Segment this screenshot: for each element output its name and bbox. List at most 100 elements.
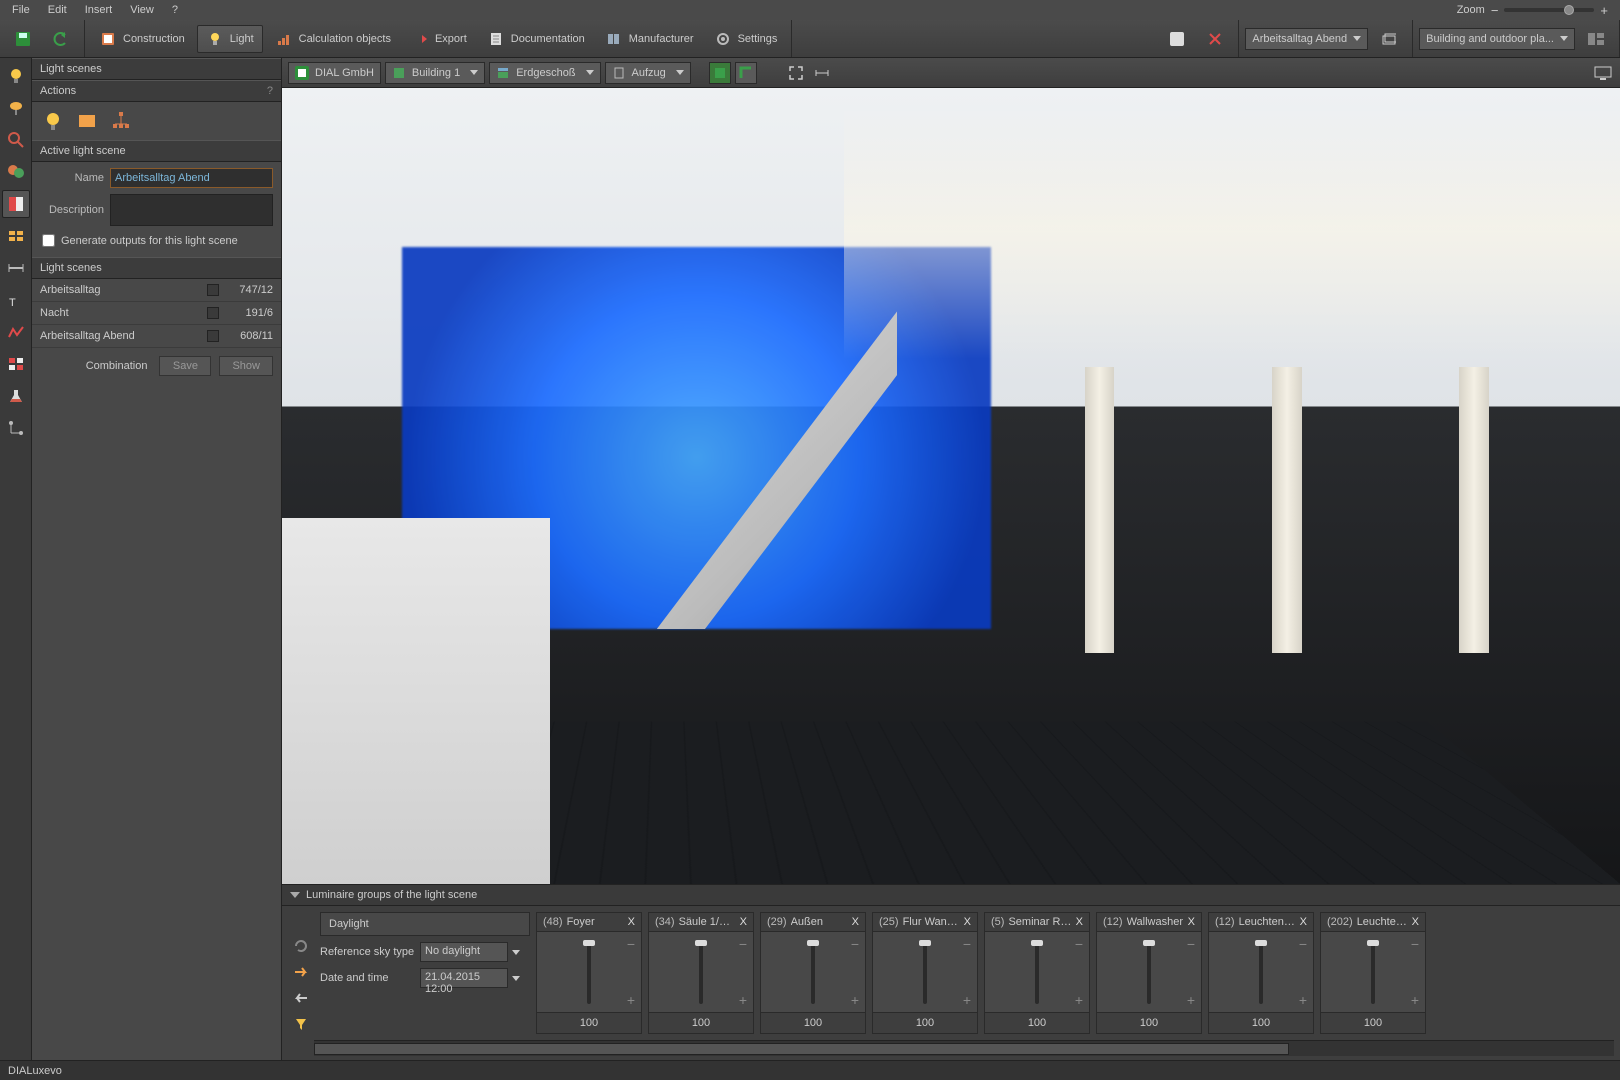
project-selector[interactable]: DIAL GmbH: [288, 62, 381, 84]
plus-icon[interactable]: +: [1411, 992, 1419, 1008]
tool-color-icon[interactable]: [2, 158, 30, 186]
tool-bulb-icon[interactable]: [2, 62, 30, 90]
tool-groups-icon[interactable]: [2, 222, 30, 250]
list-item[interactable]: Nacht191/6: [32, 302, 281, 325]
action-new-icon[interactable]: [40, 108, 66, 134]
dimmer-slider[interactable]: [923, 940, 927, 1004]
help-icon[interactable]: ?: [267, 85, 273, 97]
name-field[interactable]: [110, 168, 273, 188]
action-tree-icon[interactable]: [108, 108, 134, 134]
tab-light[interactable]: Light: [197, 25, 263, 53]
menu-help[interactable]: ?: [164, 2, 186, 18]
description-field[interactable]: [110, 194, 273, 226]
menu-view[interactable]: View: [122, 2, 162, 18]
save-icon[interactable]: [6, 25, 40, 53]
plus-icon[interactable]: +: [1299, 992, 1307, 1008]
floor-selector[interactable]: Erdgeschoß: [489, 62, 600, 84]
zoom-slider[interactable]: [1504, 8, 1594, 12]
fullscreen-icon[interactable]: [785, 62, 807, 84]
layers-icon[interactable]: [1372, 25, 1406, 53]
dimmer-slider[interactable]: [811, 940, 815, 1004]
dimmer-slider[interactable]: [1259, 940, 1263, 1004]
plus-icon[interactable]: +: [627, 992, 635, 1008]
tool-text-icon[interactable]: T: [2, 286, 30, 314]
tool-node-icon[interactable]: [2, 414, 30, 442]
menu-edit[interactable]: Edit: [40, 2, 75, 18]
generate-outputs-checkbox[interactable]: [42, 234, 55, 247]
view-3d-icon[interactable]: [709, 62, 731, 84]
minus-icon[interactable]: −: [1411, 936, 1419, 952]
close-icon[interactable]: X: [628, 916, 635, 928]
minus-icon[interactable]: −: [851, 936, 859, 952]
minus-icon[interactable]: −: [1075, 936, 1083, 952]
tool-search-icon[interactable]: [2, 126, 30, 154]
tool-line-icon[interactable]: [2, 318, 30, 346]
minus-icon[interactable]: −: [1187, 936, 1195, 952]
plus-icon[interactable]: +: [963, 992, 971, 1008]
luminaire-panel-header[interactable]: Luminaire groups of the light scene: [282, 885, 1620, 906]
view-plan-icon[interactable]: [735, 62, 757, 84]
tool-dimension-icon[interactable]: [2, 254, 30, 282]
filter-icon[interactable]: [291, 1014, 311, 1034]
arrow-right-orange-icon[interactable]: [291, 962, 311, 982]
horizontal-scrollbar[interactable]: [314, 1040, 1614, 1056]
minus-icon[interactable]: −: [627, 936, 635, 952]
scene-color-swatch[interactable]: [207, 330, 219, 342]
tab-construction[interactable]: Construction: [91, 25, 193, 53]
tab-calculation-objects[interactable]: Calculation objects: [267, 25, 399, 53]
monitor-icon[interactable]: [1592, 62, 1614, 84]
tool-redwhite-icon[interactable]: [2, 350, 30, 378]
datetime-select[interactable]: 21.04.2015 12:00: [420, 968, 508, 988]
dimmer-slider[interactable]: [1035, 940, 1039, 1004]
chevron-down-icon[interactable]: [512, 950, 520, 955]
measure-icon[interactable]: [811, 62, 833, 84]
layout-icon[interactable]: [1579, 25, 1613, 53]
list-item[interactable]: Arbeitsalltag Abend608/11: [32, 325, 281, 348]
minus-icon[interactable]: −: [963, 936, 971, 952]
scene-selector[interactable]: Arbeitsalltag Abend: [1245, 28, 1368, 50]
building-selector[interactable]: Building 1: [385, 62, 485, 84]
dimmer-slider[interactable]: [587, 940, 591, 1004]
tool-flask-icon[interactable]: [2, 382, 30, 410]
show-button[interactable]: Show: [219, 356, 273, 376]
collapse-icon[interactable]: [290, 892, 300, 898]
close-icon[interactable]: X: [740, 916, 747, 928]
arrow-left-icon[interactable]: [291, 988, 311, 1008]
minus-icon[interactable]: −: [739, 936, 747, 952]
close-icon[interactable]: X: [1300, 916, 1307, 928]
tool-scene-icon[interactable]: [2, 190, 30, 218]
tab-documentation[interactable]: Documentation: [479, 25, 593, 53]
scene-color-swatch[interactable]: [207, 307, 219, 319]
save-button[interactable]: Save: [159, 356, 211, 376]
viewport-3d[interactable]: [282, 88, 1620, 884]
plus-icon[interactable]: +: [1075, 992, 1083, 1008]
zoom-out-icon[interactable]: −: [1491, 3, 1499, 18]
tab-export[interactable]: Export: [403, 25, 475, 53]
tool-lamp-icon[interactable]: [2, 94, 30, 122]
minus-icon[interactable]: −: [1299, 936, 1307, 952]
dimmer-slider[interactable]: [699, 940, 703, 1004]
close-icon[interactable]: X: [1076, 916, 1083, 928]
warning-icon[interactable]: [1160, 25, 1194, 53]
refresh-icon[interactable]: [291, 936, 311, 956]
close-icon[interactable]: X: [1188, 916, 1195, 928]
action-edit-icon[interactable]: [74, 108, 100, 134]
tab-settings[interactable]: Settings: [706, 25, 786, 53]
plus-icon[interactable]: +: [851, 992, 859, 1008]
room-selector[interactable]: Aufzug: [605, 62, 691, 84]
scene-color-swatch[interactable]: [207, 284, 219, 296]
plus-icon[interactable]: +: [739, 992, 747, 1008]
view-selector[interactable]: Building and outdoor pla...: [1419, 28, 1575, 50]
menu-file[interactable]: File: [4, 2, 38, 18]
delete-icon[interactable]: [1198, 25, 1232, 53]
zoom-in-icon[interactable]: +: [1600, 3, 1608, 18]
plus-icon[interactable]: +: [1187, 992, 1195, 1008]
undo-icon[interactable]: [44, 25, 78, 53]
dimmer-slider[interactable]: [1371, 940, 1375, 1004]
close-icon[interactable]: X: [1412, 916, 1419, 928]
close-icon[interactable]: X: [852, 916, 859, 928]
menu-insert[interactable]: Insert: [77, 2, 121, 18]
chevron-down-icon[interactable]: [512, 976, 520, 981]
close-icon[interactable]: X: [964, 916, 971, 928]
dimmer-slider[interactable]: [1147, 940, 1151, 1004]
